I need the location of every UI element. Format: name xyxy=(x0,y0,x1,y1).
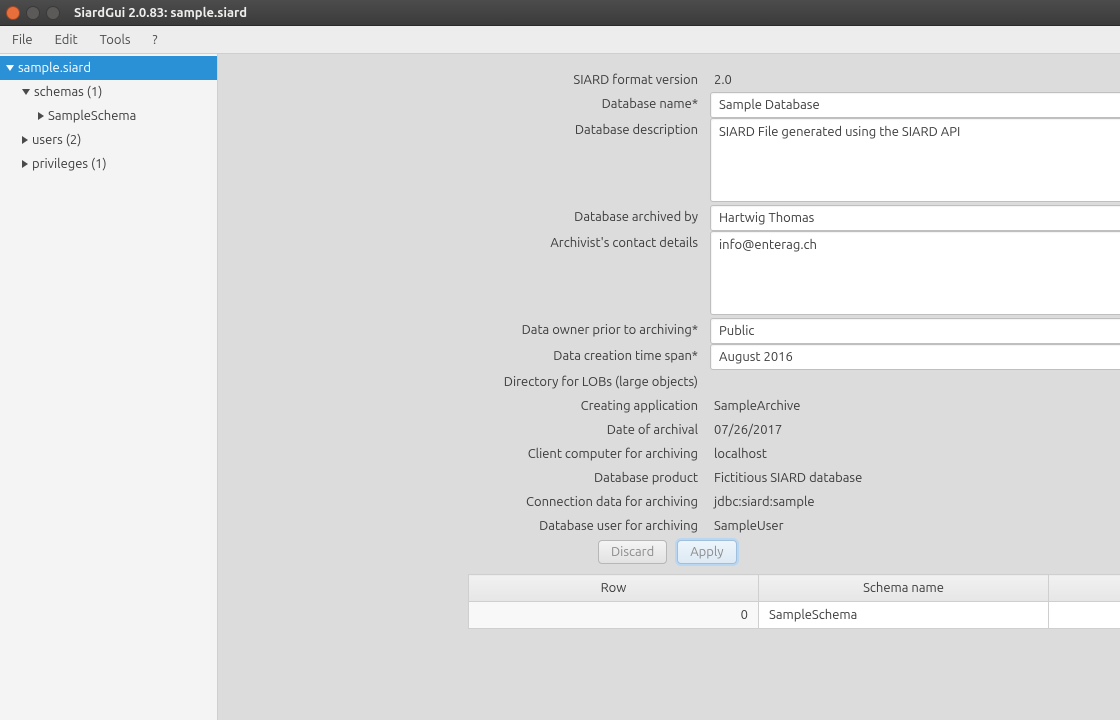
value-db-product: Fictitious SIARD database xyxy=(710,466,1120,490)
chevron-down-icon xyxy=(22,89,30,95)
table-row[interactable]: 0 SampleSchema 2 xyxy=(469,602,1120,629)
maximize-icon[interactable] xyxy=(46,6,60,20)
col-schema-name[interactable]: Schema name xyxy=(759,575,1049,602)
chevron-down-icon xyxy=(6,65,14,71)
label-lob-dir: Directory for LOBs (large objects) xyxy=(218,370,698,394)
chevron-right-icon xyxy=(38,112,44,120)
apply-button[interactable]: Apply xyxy=(677,540,736,564)
label-client-computer: Client computer for archiving xyxy=(218,442,698,466)
input-db-desc[interactable] xyxy=(710,118,1120,202)
value-client-computer: localhost xyxy=(710,442,1120,466)
label-archival-date: Date of archival xyxy=(218,418,698,442)
value-format-version: 2.0 xyxy=(710,68,1120,92)
label-archivist-contact: Archivist's contact details xyxy=(218,231,698,255)
schema-table: Row Schema name Tables 0 SampleSchema 2 xyxy=(468,574,1120,629)
tree-root[interactable]: sample.siard xyxy=(0,56,217,80)
value-connection: jdbc:siard:sample xyxy=(710,490,1120,514)
cell-tables: 2 xyxy=(1049,602,1120,629)
label-connection: Connection data for archiving xyxy=(218,490,698,514)
titlebar: SiardGui 2.0.83: sample.siard xyxy=(0,0,1120,26)
menu-edit[interactable]: Edit xyxy=(55,33,78,47)
content-area: SIARD format version 2.0 Database name* … xyxy=(218,54,1120,720)
col-row[interactable]: Row xyxy=(469,575,759,602)
tree-item-schemas[interactable]: schemas (1) xyxy=(0,80,217,104)
input-data-owner[interactable] xyxy=(710,318,1120,344)
input-timespan[interactable] xyxy=(710,344,1120,370)
value-archival-date: 07/26/2017 xyxy=(710,418,1120,442)
cell-row-index: 0 xyxy=(469,602,759,629)
tree-item-privileges[interactable]: privileges (1) xyxy=(0,152,217,176)
value-lob-dir xyxy=(710,370,1120,380)
discard-button[interactable]: Discard xyxy=(598,540,667,564)
value-db-user: SampleUser xyxy=(710,514,1120,538)
sidebar: sample.siard schemas (1) SampleSchema us… xyxy=(0,54,218,720)
cell-schema-name: SampleSchema xyxy=(759,602,1049,629)
chevron-right-icon xyxy=(22,136,28,144)
label-format-version: SIARD format version xyxy=(218,68,698,92)
input-archived-by[interactable] xyxy=(710,205,1120,231)
label-creating-app: Creating application xyxy=(218,394,698,418)
menu-help[interactable]: ? xyxy=(153,33,158,47)
col-tables[interactable]: Tables xyxy=(1049,575,1120,602)
label-timespan: Data creation time span* xyxy=(218,344,698,368)
menu-tools[interactable]: Tools xyxy=(100,33,131,47)
minimize-icon[interactable] xyxy=(26,6,40,20)
input-archivist-contact[interactable] xyxy=(710,231,1120,315)
menu-bar: File Edit Tools ? xyxy=(0,26,1120,54)
chevron-right-icon xyxy=(22,160,28,168)
tree-item-label: privileges (1) xyxy=(32,157,107,171)
label-data-owner: Data owner prior to archiving* xyxy=(218,318,698,342)
tree-item-label: SampleSchema xyxy=(48,109,136,123)
label-archived-by: Database archived by xyxy=(218,205,698,229)
close-icon[interactable] xyxy=(6,6,20,20)
tree-item-label: users (2) xyxy=(32,133,81,147)
tree-root-label: sample.siard xyxy=(18,61,91,75)
label-db-desc: Database description xyxy=(218,118,698,142)
window-title: SiardGui 2.0.83: sample.siard xyxy=(74,6,247,20)
input-db-name[interactable] xyxy=(710,92,1120,118)
label-db-product: Database product xyxy=(218,466,698,490)
label-db-name: Database name* xyxy=(218,92,698,116)
tree-item-users[interactable]: users (2) xyxy=(0,128,217,152)
label-db-user: Database user for archiving xyxy=(218,514,698,538)
tree-item-sample-schema[interactable]: SampleSchema xyxy=(0,104,217,128)
menu-file[interactable]: File xyxy=(12,33,33,47)
tree-item-label: schemas (1) xyxy=(34,85,102,99)
value-creating-app: SampleArchive xyxy=(710,394,1120,418)
